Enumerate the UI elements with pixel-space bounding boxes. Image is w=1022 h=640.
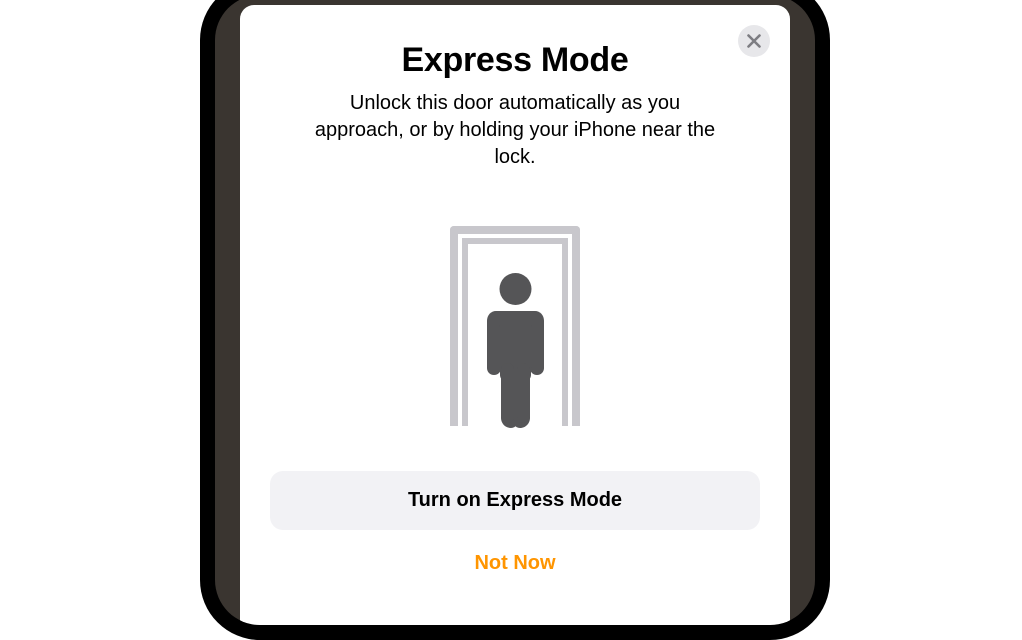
person-icon [478, 273, 553, 428]
turn-on-express-mode-button[interactable]: Turn on Express Mode [270, 471, 760, 530]
close-button[interactable] [738, 25, 770, 57]
not-now-button[interactable]: Not Now [474, 552, 555, 575]
phone-device-frame: Express Mode Unlock this door automatica… [200, 0, 830, 640]
sheet-description: Unlock this door automatically as you ap… [305, 90, 725, 171]
person-in-doorway-icon [450, 226, 580, 426]
close-icon [747, 34, 761, 48]
sheet-title: Express Mode [402, 41, 629, 80]
express-mode-sheet: Express Mode Unlock this door automatica… [240, 5, 790, 625]
phone-screen: Express Mode Unlock this door automatica… [215, 0, 815, 625]
